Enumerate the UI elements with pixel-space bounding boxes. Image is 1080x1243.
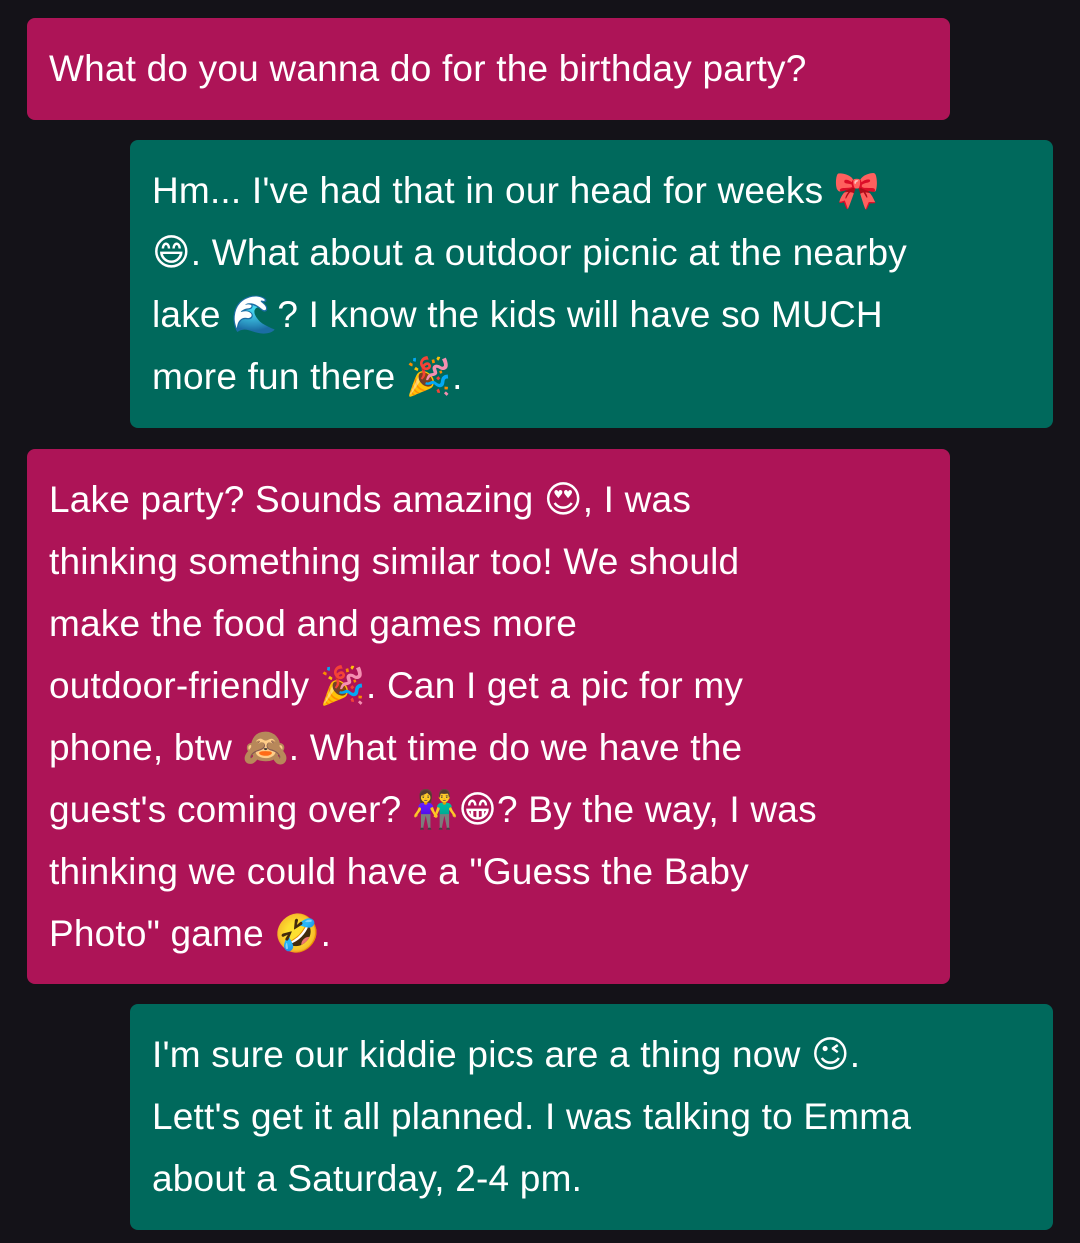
message-bubble-incoming[interactable]: What do you wanna do for the birthday pa…: [27, 18, 950, 120]
message-line: about a Saturday, 2-4 pm.: [152, 1158, 583, 1199]
message-line: Hm... I've had that in our head for week…: [152, 170, 881, 211]
message-line: I'm sure our kiddie pics are a thing now…: [152, 1034, 861, 1075]
message-line: Photo" game 🤣.: [49, 913, 332, 954]
message-line: make the food and games more: [49, 603, 578, 644]
message-line: What do you wanna do for the birthday pa…: [49, 48, 807, 89]
message-line: guest's coming over? 👫😁? By the way, I w…: [49, 789, 817, 830]
message-line: outdoor-friendly 🎉. Can I get a pic for …: [49, 665, 744, 706]
message-line: lake 🌊? I know the kids will have so MUC…: [152, 294, 883, 335]
message-line: more fun there 🎉.: [152, 356, 463, 397]
message-line: 😄. What about a outdoor picnic at the ne…: [152, 232, 907, 273]
message-line: phone, btw 🙈. What time do we have the: [49, 727, 743, 768]
message-bubble-outgoing[interactable]: I'm sure our kiddie pics are a thing now…: [130, 1004, 1053, 1230]
message-line: Lett's get it all planned. I was talking…: [152, 1096, 912, 1137]
message-line: Lake party? Sounds amazing 😍, I was: [49, 479, 692, 520]
message-bubble-outgoing[interactable]: Hm... I've had that in our head for week…: [130, 140, 1053, 428]
message-bubble-incoming[interactable]: Lake party? Sounds amazing 😍, I was thin…: [27, 449, 950, 984]
message-line: thinking we could have a "Guess the Baby: [49, 851, 749, 892]
message-line: thinking something similar too! We shoul…: [49, 541, 740, 582]
